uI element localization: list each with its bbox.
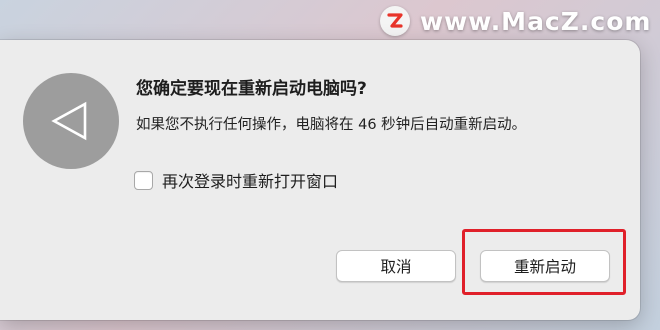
reopen-windows-checkbox[interactable] [134, 170, 153, 190]
cancel-button[interactable]: 取消 [336, 250, 456, 282]
watermark: www.MacZ.com [380, 6, 651, 36]
dialog-message: 如果您不执行任何操作，电脑将在 46 秒钟后自动重新启动。 [136, 117, 527, 133]
restart-button[interactable]: 重新启动 [480, 250, 610, 282]
reopen-windows-option[interactable]: 再次登录时重新打开窗口 [134, 168, 338, 192]
reopen-windows-label[interactable]: 再次登录时重新打开窗口 [162, 168, 338, 192]
left-triangle-icon [23, 73, 119, 169]
dialog-title: 您确定要现在重新启动电脑吗? [136, 79, 367, 99]
restart-dialog: 您确定要现在重新启动电脑吗? 如果您不执行任何操作，电脑将在 46 秒钟后自动重… [0, 40, 640, 320]
z-logo-icon [380, 6, 410, 36]
watermark-text: www.MacZ.com [420, 6, 652, 36]
